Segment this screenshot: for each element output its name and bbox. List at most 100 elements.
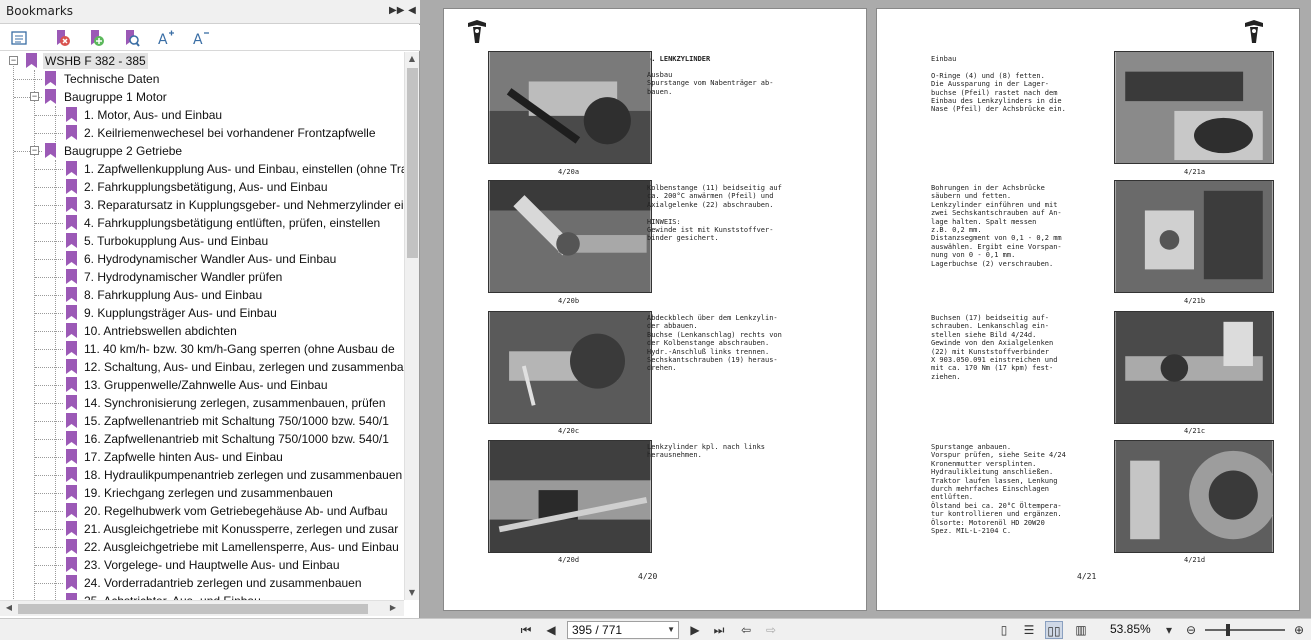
bookmark-item[interactable]: 11. 40 km/h- bzw. 30 km/h-Gang sperren (…: [0, 340, 404, 358]
instruction-text: Bohrungen in der Achsbrücke säubern und …: [931, 184, 1062, 268]
bookmark-item[interactable]: 19. Kriechgang zerlegen und zusammenbaue…: [0, 484, 404, 502]
bookmark-item[interactable]: 24. Vorderradantrieb zerlegen und zusamm…: [0, 574, 404, 592]
bookmark-icon: [66, 251, 77, 266]
bookmark-icon: [66, 359, 77, 374]
bookmark-label: 10. Antriebswellen abdichten: [84, 324, 237, 338]
bookmark-item[interactable]: 21. Ausgleichgetriebe mit Konussperre, z…: [0, 520, 404, 538]
zoom-slider-thumb[interactable]: [1226, 624, 1230, 636]
photo-4-20c: [488, 311, 652, 424]
bookmark-item[interactable]: 7. Hydrodynamischer Wandler prüfen: [0, 268, 404, 286]
delete-bookmark-icon[interactable]: [52, 28, 72, 48]
scroll-left-icon[interactable]: ◀: [2, 603, 16, 612]
next-page-icon[interactable]: ▶: [686, 621, 704, 639]
bookmark-root[interactable]: − WSHB F 382 - 385: [0, 52, 404, 70]
bookmark-icon: [66, 395, 77, 410]
bookmark-icon: [66, 179, 77, 194]
bookmark-label: 18. Hydraulikpumpenantrieb zerlegen und …: [84, 468, 403, 482]
bookmark-item[interactable]: 6. Hydrodynamischer Wandler Aus- und Ein…: [0, 250, 404, 268]
page-number-field[interactable]: 395 / 771 ▼: [567, 621, 679, 639]
scroll-thumb[interactable]: [407, 68, 418, 258]
bookmark-item[interactable]: 10. Antriebswellen abdichten: [0, 322, 404, 340]
bookmark-item[interactable]: 16. Zapfwellenantrieb mit Schaltung 750/…: [0, 430, 404, 448]
photo-4-21d: [1114, 440, 1274, 553]
bookmark-item[interactable]: 3. Reparatursatz in Kupplungsgeber- und …: [0, 196, 404, 214]
first-page-icon[interactable]: ⏮: [517, 621, 535, 639]
bookmark-item[interactable]: 20. Regelhubwerk vom Getriebegehäuse Ab-…: [0, 502, 404, 520]
bookmark-icon: [66, 197, 77, 212]
scroll-thumb[interactable]: [18, 604, 368, 614]
scroll-down-icon[interactable]: ▼: [405, 588, 419, 597]
tree-horizontal-scrollbar[interactable]: ◀ ▶: [0, 600, 404, 616]
bookmark-item[interactable]: 9. Kupplungsträger Aus- und Einbau: [0, 304, 404, 322]
tree-vertical-scrollbar[interactable]: ▲ ▼: [404, 52, 419, 600]
bookmark-label: 11. 40 km/h- bzw. 30 km/h-Gang sperren (…: [84, 342, 395, 356]
bookmark-item[interactable]: Technische Daten: [0, 70, 404, 88]
previous-view-icon[interactable]: ⇦: [737, 621, 755, 639]
bookmark-label: 17. Zapfwelle hinten Aus- und Einbau: [84, 450, 283, 464]
bookmark-item[interactable]: 13. Gruppenwelle/Zahnwelle Aus- und Einb…: [0, 376, 404, 394]
zoom-level[interactable]: 53.85%: [1110, 622, 1151, 636]
photo-4-20b: [488, 180, 652, 293]
bookmark-item[interactable]: 2. Fahrkupplungsbetätigung, Aus- und Ein…: [0, 178, 404, 196]
bookmark-icon: [66, 233, 77, 248]
scroll-up-icon[interactable]: ▲: [405, 54, 419, 63]
previous-page-icon[interactable]: ◀: [542, 621, 560, 639]
bookmark-item[interactable]: 5. Turbokupplung Aus- und Einbau: [0, 232, 404, 250]
bookmark-item[interactable]: 25. Achstrichter, Aus- und Einbau: [0, 592, 404, 600]
single-page-view-icon[interactable]: ▯: [995, 621, 1013, 639]
bookmark-item[interactable]: 23. Vorgelege- und Hauptwelle Aus- und E…: [0, 556, 404, 574]
decrease-text-size-icon[interactable]: A: [191, 28, 211, 48]
bookmark-item[interactable]: 4. Fahrkupplungsbetätigung entlüften, pr…: [0, 214, 404, 232]
collapse-toggle[interactable]: −: [9, 56, 18, 65]
continuous-facing-view-icon[interactable]: ▥: [1072, 621, 1090, 639]
bookmark-label: 2. Fahrkupplungsbetätigung, Aus- und Ein…: [84, 180, 328, 194]
bookmark-icon: [66, 503, 77, 518]
last-page-icon[interactable]: ⏭: [710, 621, 728, 639]
document-view[interactable]: 6. LENKZYLINDER 4/20a Ausbau Spurstange …: [421, 0, 1311, 618]
bookmark-item[interactable]: 8. Fahrkupplung Aus- und Einbau: [0, 286, 404, 304]
bookmark-item[interactable]: 2. Keilriemenwechesel bei vorhandener Fr…: [0, 124, 404, 142]
facing-view-icon[interactable]: ▯▯: [1045, 621, 1063, 639]
zoom-out-icon[interactable]: ⊖: [1182, 621, 1200, 639]
bookmark-item[interactable]: 22. Ausgleichgetriebe mit Lamellensperre…: [0, 538, 404, 556]
zoom-in-icon[interactable]: ⊕: [1290, 621, 1308, 639]
bookmark-item[interactable]: 15. Zapfwellenantrieb mit Schaltung 750/…: [0, 412, 404, 430]
continuous-view-icon[interactable]: ☰: [1020, 621, 1038, 639]
options-icon[interactable]: [9, 28, 29, 48]
collapse-panel-icon[interactable]: ◀: [405, 4, 419, 18]
manufacturer-logo: [1245, 20, 1263, 43]
bookmark-icon: [66, 125, 77, 140]
photo-4-20a: [488, 51, 652, 164]
page-number: 4/20: [638, 572, 658, 581]
bookmark-item[interactable]: 12. Schaltung, Aus- und Einbau, zerlegen…: [0, 358, 404, 376]
bookmark-item[interactable]: 17. Zapfwelle hinten Aus- und Einbau: [0, 448, 404, 466]
photo-4-20d: [488, 440, 652, 553]
dropdown-arrow-icon[interactable]: ▼: [667, 622, 675, 638]
scroll-right-icon[interactable]: ▶: [386, 603, 400, 612]
bookmark-item[interactable]: 1. Zapfwellenkupplung Aus- und Einbau, e…: [0, 160, 404, 178]
expand-panel-icon[interactable]: ▶▶: [389, 4, 404, 18]
bookmark-label: 12. Schaltung, Aus- und Einbau, zerlegen…: [84, 360, 404, 374]
bookmark-item[interactable]: − Baugruppe 2 Getriebe: [0, 142, 404, 160]
bookmark-item[interactable]: − Baugruppe 1 Motor: [0, 88, 404, 106]
add-bookmark-icon[interactable]: [86, 28, 106, 48]
bookmark-icon: [66, 575, 77, 590]
collapse-toggle[interactable]: −: [30, 146, 39, 155]
find-bookmark-icon[interactable]: [121, 28, 141, 48]
bookmark-icon: [26, 53, 37, 68]
bookmark-item[interactable]: 1. Motor, Aus- und Einbau: [0, 106, 404, 124]
increase-text-size-icon[interactable]: A: [156, 28, 176, 48]
instruction-text: Lenkzylinder kpl. nach links herausnehme…: [647, 443, 766, 460]
svg-text:A: A: [158, 32, 168, 48]
bookmark-label: 20. Regelhubwerk vom Getriebegehäuse Ab-…: [84, 504, 388, 518]
bookmark-icon: [66, 269, 77, 284]
zoom-slider[interactable]: [1205, 629, 1285, 631]
bookmark-item[interactable]: 14. Synchronisierung zerlegen, zusammenb…: [0, 394, 404, 412]
bookmark-item[interactable]: 18. Hydraulikpumpenantrieb zerlegen und …: [0, 466, 404, 484]
next-view-icon[interactable]: ⇨: [762, 621, 780, 639]
collapse-toggle[interactable]: −: [30, 92, 39, 101]
bookmark-icon: [66, 431, 77, 446]
bookmark-icon: [66, 323, 77, 338]
zoom-dropdown-icon[interactable]: ▾: [1160, 621, 1178, 639]
bookmark-label: 19. Kriechgang zerlegen und zusammenbaue…: [84, 486, 333, 500]
